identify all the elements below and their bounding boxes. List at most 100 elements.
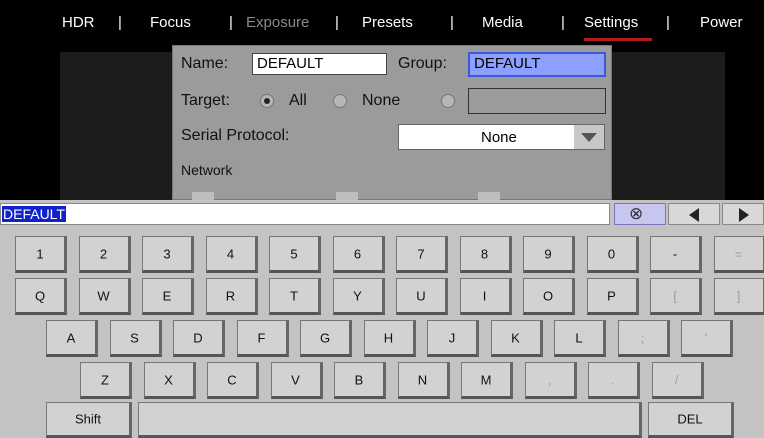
key-label: I [482,288,487,303]
key-t[interactable]: T [269,278,321,315]
target-all-radio[interactable] [260,94,274,108]
network-checkbox[interactable] [336,192,358,200]
key-label: . [611,372,615,387]
key-label: N [417,372,428,387]
arrow-left-icon [689,208,699,222]
key-label: 3 [163,246,171,261]
target-none-radio[interactable] [333,94,347,108]
tab-separator: | [229,14,233,31]
key-symbol[interactable]: . [588,362,640,399]
key-label: 0 [607,246,616,261]
key-label: ' [704,330,708,345]
space-key[interactable] [138,402,642,438]
key-label: ; [640,330,645,345]
key-7[interactable]: 7 [396,236,448,273]
tab-hdr[interactable]: HDR [62,14,95,31]
target-custom-input[interactable] [468,88,606,114]
tab-settings[interactable]: Settings [584,14,638,31]
key-label: L [575,330,583,345]
key-i[interactable]: I [459,278,512,315]
key-l[interactable]: L [554,320,606,357]
key-label: K [511,330,520,345]
key-2[interactable]: 2 [78,236,131,273]
key-symbol[interactable]: [ [650,278,702,315]
key-s[interactable]: S [109,320,162,357]
key-w[interactable]: W [78,278,131,315]
key-label: S [130,330,139,345]
key-o[interactable]: O [523,278,575,315]
delete-key[interactable]: DEL [648,402,734,438]
key-label: 2 [99,246,108,261]
key-label: M [480,372,492,387]
key-symbol[interactable]: , [524,362,577,399]
keyboard-text-input[interactable]: DEFAULT [0,203,610,225]
key-a[interactable]: A [46,320,98,357]
key-j[interactable]: J [427,320,479,357]
key-d[interactable]: D [173,320,225,357]
key-y[interactable]: Y [332,278,385,315]
target-custom-radio[interactable] [441,94,455,108]
key-n[interactable]: N [397,362,450,399]
key-e[interactable]: E [142,278,194,315]
key-u[interactable]: U [396,278,448,315]
tab-power[interactable]: Power [700,14,743,31]
key-label: 1 [36,246,44,261]
shift-key[interactable]: Shift [46,402,132,438]
key-m[interactable]: M [461,362,513,399]
key-label: G [319,330,331,345]
key-label: ] [736,288,741,303]
tab-exposure[interactable]: Exposure [246,14,309,31]
network-checkbox[interactable] [478,192,500,200]
key-v[interactable]: V [270,362,323,399]
key-label: / [674,372,679,387]
tab-presets[interactable]: Presets [362,14,413,31]
key-6[interactable]: 6 [332,236,385,273]
key-label: O [542,288,554,303]
tab-separator: | [666,14,670,31]
key-p[interactable]: P [586,278,639,315]
key-label: R [225,288,236,303]
key-symbol[interactable]: ] [713,278,764,315]
key-4[interactable]: 4 [205,236,258,273]
serial-protocol-select[interactable]: None [398,124,605,150]
key-symbol[interactable]: ' [681,320,733,357]
tab-media[interactable]: Media [482,14,523,31]
key-label: 7 [417,246,425,261]
key-x[interactable]: X [143,362,196,399]
key-5[interactable]: 5 [269,236,321,273]
key-b[interactable]: B [334,362,386,399]
key-c[interactable]: C [207,362,259,399]
chevron-down-icon[interactable] [574,125,604,149]
key-9[interactable]: 9 [523,236,575,273]
key-f[interactable]: F [236,320,289,357]
name-input[interactable]: DEFAULT [252,53,387,75]
key-label: 5 [290,246,298,261]
key-label: = [734,246,743,261]
key-g[interactable]: G [300,320,352,357]
key-q[interactable]: Q [15,278,67,315]
key-1[interactable]: 1 [15,236,67,273]
key-r[interactable]: R [205,278,258,315]
target-label: Target: [181,92,230,109]
key-h[interactable]: H [363,320,416,357]
key-8[interactable]: 8 [459,236,512,273]
key-3[interactable]: 3 [142,236,194,273]
key-label: E [162,288,172,303]
key-symbol[interactable]: = [713,236,764,273]
network-checkbox[interactable] [192,192,214,200]
cursor-right-button[interactable] [722,203,764,225]
key-label: X [164,372,173,387]
key-symbol[interactable]: ; [617,320,670,357]
key-symbol[interactable]: - [650,236,702,273]
serial-protocol-label: Serial Protocol: [181,127,290,144]
key-label: DEL [677,411,703,427]
key-0[interactable]: 0 [586,236,639,273]
key-k[interactable]: K [490,320,543,357]
cursor-left-button[interactable] [668,203,720,225]
clear-button[interactable]: ⊗ [614,203,666,225]
tab-focus[interactable]: Focus [150,14,191,31]
group-input[interactable]: DEFAULT [468,52,606,77]
key-label: Shift [74,411,101,427]
key-z[interactable]: Z [80,362,132,399]
key-symbol[interactable]: / [651,362,704,399]
